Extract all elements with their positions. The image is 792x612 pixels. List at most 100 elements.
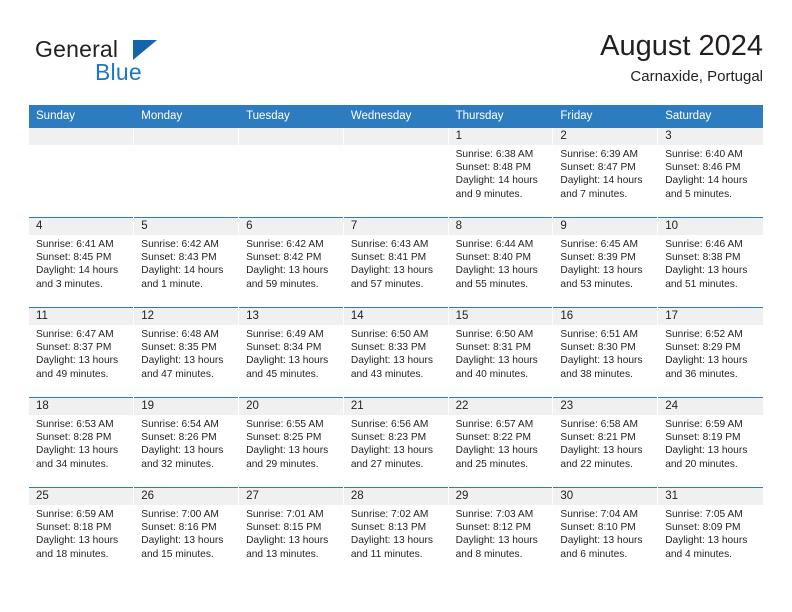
daylight-text-line1: Daylight: 13 hours	[350, 265, 433, 277]
daylight-text-line1: Daylight: 13 hours	[36, 355, 119, 367]
calendar-day-cell[interactable]: 30 Sunrise: 7:04 AM Sunset: 8:10 PM Dayligh…	[552, 487, 659, 578]
calendar-day-cell[interactable]: 16 Sunrise: 6:51 AM Sunset: 8:30 PM Dayligh…	[552, 307, 659, 398]
calendar-day-cell[interactable]: 29 Sunrise: 7:03 AM Sunset: 8:12 PM Dayligh…	[448, 487, 554, 578]
day-details: Sunrise: 6:41 AM Sunset: 8:45 PM Daylight:…	[29, 235, 133, 291]
day-number: 6	[239, 218, 343, 235]
daylight-text-line2: and 20 minutes.	[665, 458, 738, 470]
daylight-text-line2: and 11 minutes.	[350, 548, 423, 560]
calendar-day-cell[interactable]: 13 Sunrise: 6:49 AM Sunset: 8:34 PM Dayligh…	[238, 307, 344, 398]
calendar-day-cell[interactable]: 10 Sunrise: 6:46 AM Sunset: 8:38 PM Dayligh…	[657, 217, 763, 308]
daylight-text-line2: and 15 minutes.	[141, 548, 214, 560]
calendar-day-cell[interactable]: 3 Sunrise: 6:40 AM Sunset: 8:46 PM Daylight…	[657, 127, 763, 218]
daylight-text-line2: and 49 minutes.	[36, 368, 109, 380]
sunrise-text: Sunrise: 7:02 AM	[350, 509, 429, 520]
calendar-day-cell[interactable]: 8 Sunrise: 6:44 AM Sunset: 8:40 PM Daylight…	[448, 217, 554, 308]
calendar-day-cell[interactable]: 26 Sunrise: 7:00 AM Sunset: 8:16 PM Dayligh…	[133, 487, 240, 578]
calendar-day-cell[interactable]: 4 Sunrise: 6:41 AM Sunset: 8:45 PM Daylight…	[29, 217, 135, 308]
day-cell-inner: 26 Sunrise: 7:00 AM Sunset: 8:16 PM Dayligh…	[134, 488, 239, 577]
calendar-day-cell[interactable]: 5 Sunrise: 6:42 AM Sunset: 8:43 PM Daylight…	[133, 217, 240, 308]
calendar-body: 1 Sunrise: 6:38 AM Sunset: 8:48 PM Daylight…	[29, 127, 763, 578]
day-details: Sunrise: 6:40 AM Sunset: 8:46 PM Daylight:…	[658, 145, 762, 201]
day-number: 9	[553, 218, 658, 235]
day-number: 1	[448, 128, 553, 145]
daylight-text-line2: and 53 minutes.	[560, 278, 633, 290]
page-title: August 2024	[600, 30, 763, 62]
sunset-text: Sunset: 8:16 PM	[141, 522, 217, 534]
day-number: 28	[343, 488, 448, 505]
calendar-day-cell[interactable]: 28 Sunrise: 7:02 AM Sunset: 8:13 PM Dayligh…	[343, 487, 449, 578]
sunrise-text: Sunrise: 6:49 AM	[246, 329, 324, 340]
day-details: Sunrise: 6:54 AM Sunset: 8:26 PM Daylight:…	[134, 415, 238, 471]
calendar-day-cell[interactable]: 23 Sunrise: 6:58 AM Sunset: 8:21 PM Dayligh…	[552, 397, 659, 488]
sunrise-text: Sunrise: 6:58 AM	[560, 419, 638, 430]
day-cell-inner: 28 Sunrise: 7:02 AM Sunset: 8:13 PM Dayligh…	[343, 488, 448, 577]
day-number: 23	[553, 398, 658, 415]
daylight-text-line1: Daylight: 13 hours	[141, 445, 224, 457]
day-cell-inner: 9 Sunrise: 6:45 AM Sunset: 8:39 PM Daylight…	[553, 218, 658, 307]
brand-logo[interactable]: General Blue	[35, 36, 235, 92]
daylight-text-line1: Daylight: 13 hours	[246, 265, 329, 277]
title-block: August 2024 Carnaxide, Portugal	[600, 28, 763, 88]
calendar-day-cell[interactable]: 12 Sunrise: 6:48 AM Sunset: 8:35 PM Dayligh…	[133, 307, 240, 398]
calendar-day-cell[interactable]: 6 Sunrise: 6:42 AM Sunset: 8:42 PM Daylight…	[238, 217, 344, 308]
sunrise-text: Sunrise: 7:00 AM	[141, 509, 219, 520]
daylight-text-line1: Daylight: 13 hours	[141, 535, 224, 547]
daylight-text-line1: Daylight: 13 hours	[560, 535, 643, 547]
day-details: Sunrise: 7:03 AM Sunset: 8:12 PM Daylight:…	[449, 505, 553, 561]
day-cell-inner	[134, 128, 239, 217]
calendar-day-cell[interactable]: 31 Sunrise: 7:05 AM Sunset: 8:09 PM Dayligh…	[657, 487, 763, 578]
daylight-text-line1: Daylight: 13 hours	[560, 265, 643, 277]
calendar-day-cell[interactable]: 2 Sunrise: 6:39 AM Sunset: 8:47 PM Daylight…	[552, 127, 659, 218]
daylight-text-line1: Daylight: 14 hours	[560, 175, 643, 187]
calendar-day-cell[interactable]: 21 Sunrise: 6:56 AM Sunset: 8:23 PM Dayligh…	[343, 397, 449, 488]
day-details: Sunrise: 6:50 AM Sunset: 8:31 PM Daylight:…	[449, 325, 553, 381]
calendar-day-cell[interactable]: 24 Sunrise: 6:59 AM Sunset: 8:19 PM Dayligh…	[657, 397, 763, 488]
day-number: 29	[448, 488, 553, 505]
sunset-text: Sunset: 8:39 PM	[560, 252, 636, 264]
day-number: 22	[448, 398, 553, 415]
daylight-text-line2: and 6 minutes.	[560, 548, 628, 560]
calendar-day-cell[interactable]: 19 Sunrise: 6:54 AM Sunset: 8:26 PM Dayligh…	[133, 397, 240, 488]
calendar-day-cell[interactable]: 17 Sunrise: 6:52 AM Sunset: 8:29 PM Dayligh…	[657, 307, 763, 398]
calendar-cell-empty	[343, 127, 449, 218]
day-number: 18	[29, 398, 134, 415]
day-details: Sunrise: 6:42 AM Sunset: 8:43 PM Daylight:…	[134, 235, 238, 291]
daylight-text-line1: Daylight: 13 hours	[455, 355, 538, 367]
day-cell-inner: 20 Sunrise: 6:55 AM Sunset: 8:25 PM Dayligh…	[239, 398, 343, 487]
calendar-day-cell[interactable]: 18 Sunrise: 6:53 AM Sunset: 8:28 PM Dayligh…	[29, 397, 135, 488]
calendar-day-cell[interactable]: 9 Sunrise: 6:45 AM Sunset: 8:39 PM Daylight…	[552, 217, 659, 308]
day-number: 24	[658, 398, 763, 415]
calendar-day-cell[interactable]: 7 Sunrise: 6:43 AM Sunset: 8:41 PM Daylight…	[343, 217, 449, 308]
day-cell-inner: 27 Sunrise: 7:01 AM Sunset: 8:15 PM Dayligh…	[239, 488, 343, 577]
daylight-text-line2: and 9 minutes.	[455, 188, 523, 200]
page-subtitle: Carnaxide, Portugal	[630, 68, 763, 85]
calendar-day-cell[interactable]: 1 Sunrise: 6:38 AM Sunset: 8:48 PM Daylight…	[448, 127, 554, 218]
day-number	[239, 128, 343, 145]
daylight-text-line1: Daylight: 13 hours	[455, 535, 538, 547]
calendar-day-cell[interactable]: 14 Sunrise: 6:50 AM Sunset: 8:33 PM Dayligh…	[343, 307, 449, 398]
sunrise-text: Sunrise: 6:59 AM	[665, 419, 743, 430]
calendar-day-cell[interactable]: 25 Sunrise: 6:59 AM Sunset: 8:18 PM Dayligh…	[29, 487, 135, 578]
sunset-text: Sunset: 8:46 PM	[665, 162, 741, 174]
calendar-day-cell[interactable]: 27 Sunrise: 7:01 AM Sunset: 8:15 PM Dayligh…	[238, 487, 344, 578]
sunset-text: Sunset: 8:37 PM	[36, 342, 112, 354]
day-details: Sunrise: 6:50 AM Sunset: 8:33 PM Daylight:…	[344, 325, 448, 381]
daylight-text-line1: Daylight: 13 hours	[141, 355, 224, 367]
calendar-day-cell[interactable]: 20 Sunrise: 6:55 AM Sunset: 8:25 PM Dayligh…	[238, 397, 344, 488]
sunrise-text: Sunrise: 6:51 AM	[560, 329, 638, 340]
day-number: 27	[239, 488, 343, 505]
calendar-day-cell[interactable]: 22 Sunrise: 6:57 AM Sunset: 8:22 PM Dayligh…	[448, 397, 554, 488]
weekday-header-tuesday: Tuesday	[238, 105, 344, 128]
daylight-text-line1: Daylight: 13 hours	[665, 535, 748, 547]
sunset-text: Sunset: 8:15 PM	[246, 522, 322, 534]
day-details: Sunrise: 7:05 AM Sunset: 8:09 PM Daylight:…	[658, 505, 762, 561]
daylight-text-line2: and 40 minutes.	[455, 368, 529, 380]
daylight-text-line2: and 4 minutes.	[665, 548, 733, 560]
weekday-header-friday: Friday	[552, 105, 659, 128]
sunrise-text: Sunrise: 6:55 AM	[246, 419, 324, 430]
day-cell-inner: 22 Sunrise: 6:57 AM Sunset: 8:22 PM Dayligh…	[448, 398, 553, 487]
daylight-text-line1: Daylight: 14 hours	[141, 265, 224, 277]
sunset-text: Sunset: 8:13 PM	[350, 522, 427, 534]
calendar-day-cell[interactable]: 11 Sunrise: 6:47 AM Sunset: 8:37 PM Dayligh…	[29, 307, 135, 398]
calendar-day-cell[interactable]: 15 Sunrise: 6:50 AM Sunset: 8:31 PM Dayligh…	[448, 307, 554, 398]
